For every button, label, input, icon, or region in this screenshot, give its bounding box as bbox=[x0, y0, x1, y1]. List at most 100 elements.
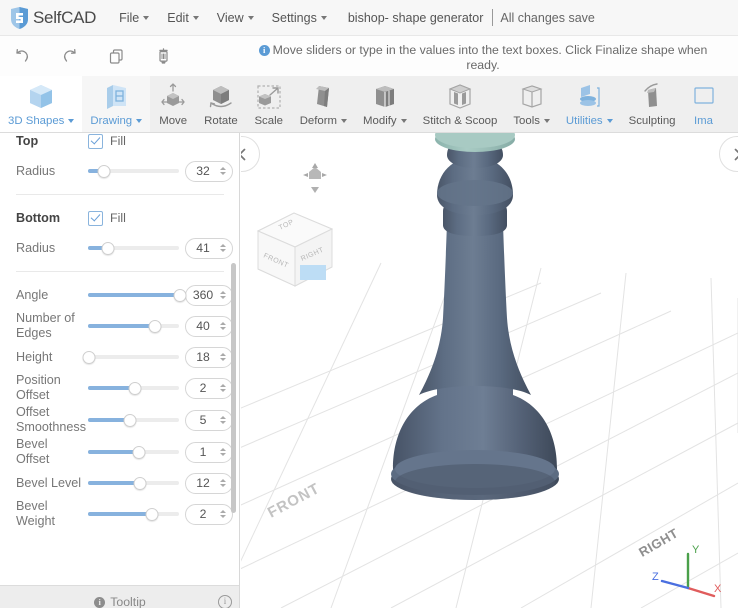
stepper-up-icon[interactable] bbox=[219, 384, 226, 387]
slider-knob[interactable] bbox=[133, 477, 147, 490]
slider-knob[interactable] bbox=[128, 382, 142, 395]
slider-knob[interactable] bbox=[132, 446, 146, 459]
slider-bevel-level[interactable] bbox=[88, 476, 179, 490]
stepper-value[interactable]: 40 bbox=[186, 319, 216, 333]
menu-item-view[interactable]: View bbox=[208, 7, 263, 29]
stepper-top-radius[interactable]: 32 bbox=[185, 160, 233, 182]
stepper-value[interactable]: 41 bbox=[186, 241, 216, 255]
ribbon-item-utilities[interactable]: Utilities bbox=[558, 76, 621, 132]
tooltip-group[interactable]: i Tooltip bbox=[94, 595, 146, 608]
menu-item-file[interactable]: File bbox=[110, 7, 158, 29]
brand-logo[interactable]: SelfCAD bbox=[10, 6, 96, 29]
stepper-arrows[interactable] bbox=[216, 384, 232, 392]
ribbon-item-sculpting[interactable]: Sculpting bbox=[621, 76, 684, 132]
menu-item-settings[interactable]: Settings bbox=[263, 7, 336, 29]
ribbon-item-rotate[interactable]: Rotate bbox=[196, 76, 246, 132]
stepper-arrows[interactable] bbox=[216, 353, 232, 361]
stepper-bevel-offset[interactable]: 1 bbox=[185, 441, 233, 463]
fill-checkbox-top[interactable]: Fill bbox=[88, 133, 126, 149]
stepper-height[interactable]: 18 bbox=[185, 346, 233, 368]
view-cube[interactable]: TOP FRONT RIGHT bbox=[250, 203, 340, 295]
stepper-down-icon[interactable] bbox=[219, 421, 226, 424]
sidebar-scrollbar[interactable] bbox=[231, 263, 236, 513]
stepper-down-icon[interactable] bbox=[219, 484, 226, 487]
slider-height[interactable] bbox=[82, 350, 179, 364]
slider-bottom-radius[interactable] bbox=[88, 241, 179, 255]
delete-button[interactable] bbox=[148, 42, 178, 70]
slider-angle[interactable] bbox=[88, 288, 187, 302]
slider-bevel-offset[interactable] bbox=[88, 445, 179, 459]
stepper-up-icon[interactable] bbox=[219, 291, 226, 294]
slider-knob[interactable] bbox=[101, 242, 115, 255]
3d-viewport[interactable]: FRONT RIGHT bbox=[241, 133, 738, 608]
document-title[interactable]: bishop- shape generator bbox=[348, 11, 484, 25]
stepper-up-icon[interactable] bbox=[219, 479, 226, 482]
stepper-down-icon[interactable] bbox=[219, 172, 226, 175]
stepper-up-icon[interactable] bbox=[219, 353, 226, 356]
stepper-arrows[interactable] bbox=[216, 167, 232, 175]
stepper-value[interactable]: 32 bbox=[186, 164, 216, 178]
stepper-bevel-level[interactable]: 12 bbox=[185, 472, 233, 494]
slider-knob[interactable] bbox=[145, 508, 159, 521]
menu-item-edit[interactable]: Edit bbox=[158, 7, 208, 29]
slider-bevel-weight[interactable] bbox=[88, 507, 179, 521]
slider-number-of-edges[interactable] bbox=[88, 319, 179, 333]
stepper-value[interactable]: 1 bbox=[186, 445, 216, 459]
ribbon-item-image[interactable]: Ima bbox=[684, 76, 724, 132]
stepper-offset-smoothness[interactable]: 5 bbox=[185, 409, 233, 431]
slider-knob[interactable] bbox=[82, 351, 96, 364]
slider-knob[interactable] bbox=[123, 414, 137, 427]
stepper-up-icon[interactable] bbox=[219, 448, 226, 451]
stepper-up-icon[interactable] bbox=[219, 244, 226, 247]
stepper-value[interactable]: 12 bbox=[186, 476, 216, 490]
stepper-value[interactable]: 2 bbox=[186, 381, 216, 395]
stepper-down-icon[interactable] bbox=[219, 389, 226, 392]
stepper-position-offset[interactable]: 2 bbox=[185, 377, 233, 399]
ribbon-item-3d-shapes[interactable]: 3D Shapes bbox=[0, 76, 83, 132]
stepper-value[interactable]: 18 bbox=[186, 350, 216, 364]
stepper-down-icon[interactable] bbox=[219, 453, 226, 456]
stepper-down-icon[interactable] bbox=[219, 515, 226, 518]
stepper-number-of-edges[interactable]: 40 bbox=[185, 315, 233, 337]
slider-knob[interactable] bbox=[97, 165, 111, 178]
stepper-value[interactable]: 5 bbox=[186, 413, 216, 427]
stepper-arrows[interactable] bbox=[216, 244, 232, 252]
stepper-down-icon[interactable] bbox=[219, 358, 226, 361]
stepper-down-icon[interactable] bbox=[219, 249, 226, 252]
stepper-arrows[interactable] bbox=[216, 510, 232, 518]
stepper-arrows[interactable] bbox=[216, 416, 232, 424]
stepper-arrows[interactable] bbox=[216, 322, 232, 330]
ribbon-item-drawing[interactable]: Drawing bbox=[82, 76, 151, 132]
stepper-up-icon[interactable] bbox=[219, 416, 226, 419]
slider-offset-smoothness[interactable] bbox=[88, 413, 179, 427]
slider-top-radius[interactable] bbox=[88, 164, 179, 178]
stepper-up-icon[interactable] bbox=[219, 510, 226, 513]
ribbon-item-tools[interactable]: Tools bbox=[505, 76, 558, 132]
copy-button[interactable] bbox=[101, 42, 131, 70]
ribbon-item-modify[interactable]: Modify bbox=[355, 76, 415, 132]
stepper-bottom-radius[interactable]: 41 bbox=[185, 237, 233, 259]
fill-checkbox-bottom[interactable]: Fill bbox=[88, 210, 126, 226]
ribbon-item-deform[interactable]: Deform bbox=[292, 76, 355, 132]
slider-knob[interactable] bbox=[148, 320, 162, 333]
stepper-bevel-weight[interactable]: 2 bbox=[185, 503, 233, 525]
stepper-arrows[interactable] bbox=[216, 291, 232, 299]
stepper-up-icon[interactable] bbox=[219, 167, 226, 170]
slider-position-offset[interactable] bbox=[88, 381, 179, 395]
stepper-value[interactable]: 2 bbox=[186, 507, 216, 521]
stepper-up-icon[interactable] bbox=[219, 322, 226, 325]
stepper-value[interactable]: 360 bbox=[186, 288, 216, 302]
undo-button[interactable] bbox=[6, 42, 36, 70]
help-icon[interactable]: i bbox=[218, 595, 232, 608]
ribbon-item-move[interactable]: Move bbox=[150, 76, 196, 132]
home-icon[interactable] bbox=[301, 163, 329, 201]
ribbon-item-scale[interactable]: Scale bbox=[246, 76, 292, 132]
ribbon-item-stitch-scoop[interactable]: Stitch & Scoop bbox=[415, 76, 506, 132]
stepper-down-icon[interactable] bbox=[219, 296, 226, 299]
stepper-arrows[interactable] bbox=[216, 448, 232, 456]
redo-button[interactable] bbox=[55, 42, 85, 70]
stepper-down-icon[interactable] bbox=[219, 327, 226, 330]
stepper-angle[interactable]: 360 bbox=[185, 284, 233, 306]
stepper-arrows[interactable] bbox=[216, 479, 232, 487]
slider-knob[interactable] bbox=[173, 289, 187, 302]
